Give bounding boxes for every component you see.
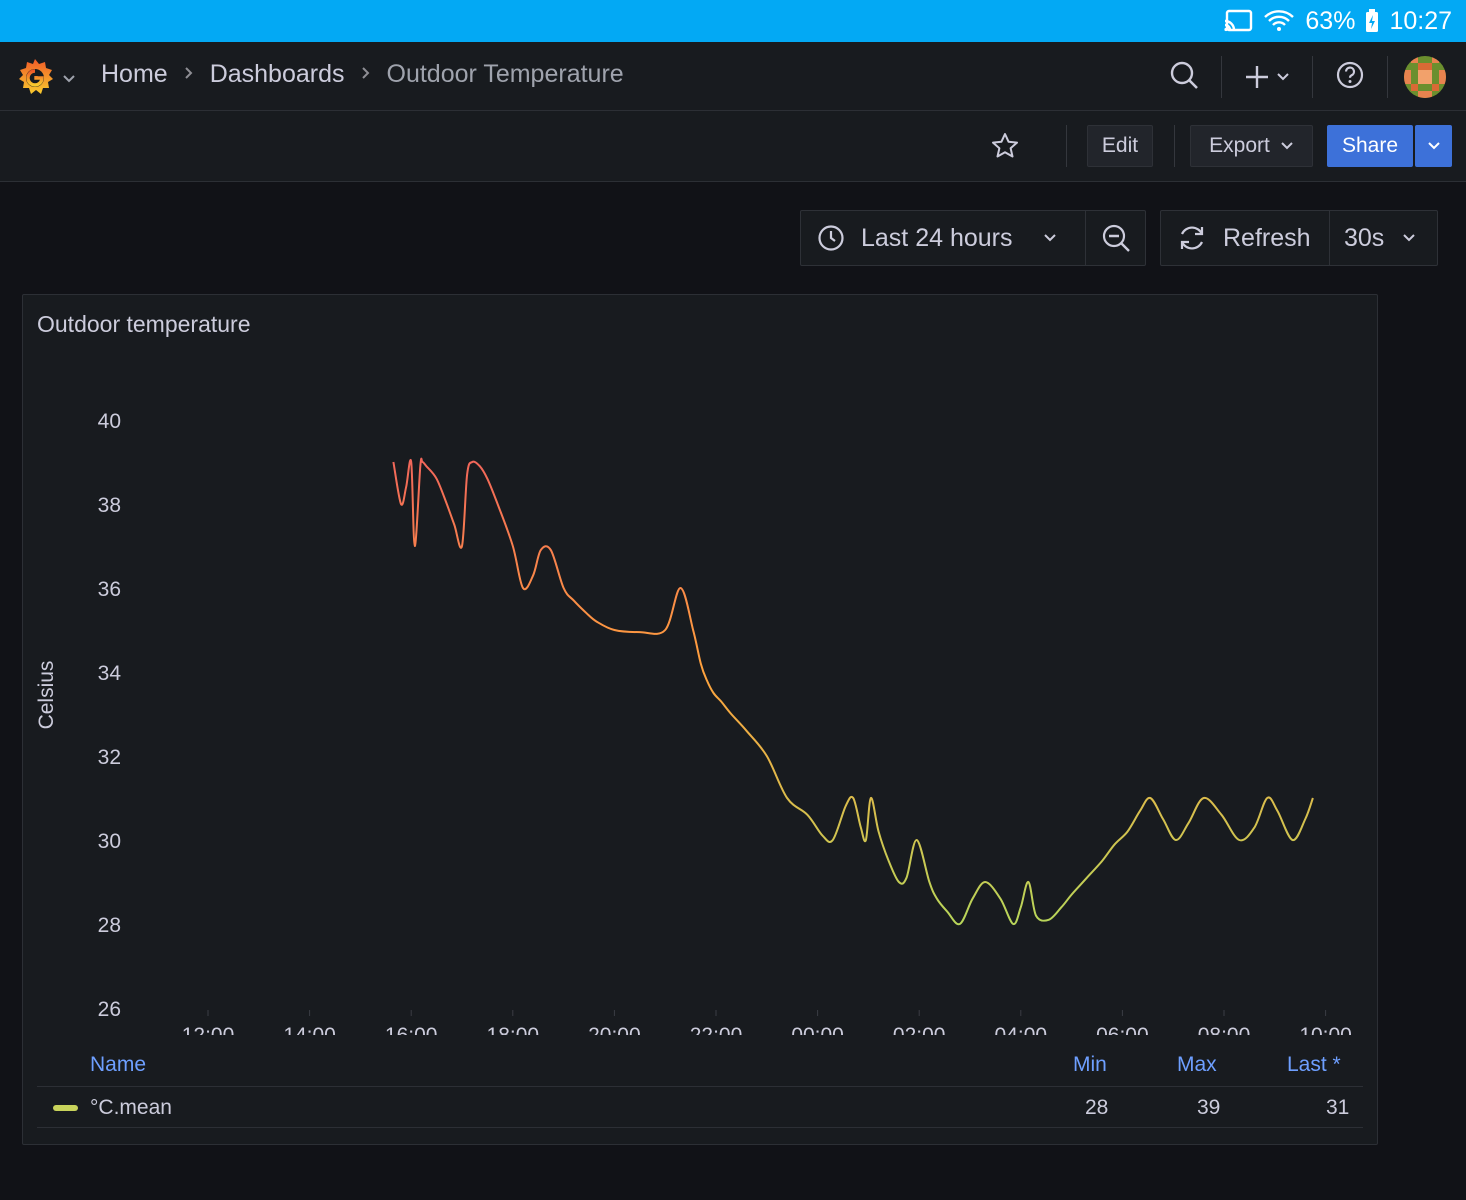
search-icon[interactable] <box>1169 60 1199 95</box>
breadcrumb-home[interactable]: Home <box>101 60 168 89</box>
clock-time: 10:27 <box>1389 6 1452 35</box>
y-tick-label: 28 <box>98 914 121 937</box>
time-range-picker: Last 24 hours <box>800 210 1146 266</box>
refresh-label: Refresh <box>1223 223 1311 252</box>
avatar[interactable] <box>1404 56 1446 98</box>
top-nav: Home Dashboards Outdoor Temperature <box>0 42 1466 111</box>
x-tick-label: 22:00 <box>690 1024 743 1035</box>
x-tick-label: 20:00 <box>588 1024 641 1035</box>
y-tick-label: 36 <box>98 578 121 601</box>
x-tick-label: 06:00 <box>1096 1024 1149 1035</box>
legend-header-name[interactable]: Name <box>90 1053 146 1077</box>
time-range-button[interactable]: Last 24 hours <box>801 211 1085 265</box>
x-tick-label: 04:00 <box>995 1024 1048 1035</box>
cast-icon <box>1223 9 1253 33</box>
series-line[interactable] <box>392 457 1314 926</box>
x-tick-label: 00:00 <box>791 1024 844 1035</box>
breadcrumb-dashboards[interactable]: Dashboards <box>210 60 345 89</box>
time-range-label: Last 24 hours <box>861 223 1013 252</box>
legend-header: Name Min Max Last * <box>37 1053 1363 1087</box>
edit-button[interactable]: Edit <box>1087 125 1153 167</box>
timeseries-panel: Outdoor temperature 40 38 36 34 32 30 28 26 Cels… <box>22 294 1378 1145</box>
battery-percent: 63% <box>1305 6 1356 35</box>
legend-row[interactable]: °C.mean 28 39 31 <box>37 1086 1363 1128</box>
y-axis-label: Celsius <box>35 661 58 730</box>
help-icon[interactable] <box>1335 60 1365 95</box>
legend-series-min: 28 <box>1085 1096 1109 1119</box>
legend-header-min[interactable]: Min <box>1073 1053 1107 1077</box>
x-tick-label: 12:00 <box>182 1024 235 1035</box>
legend-header-last[interactable]: Last * <box>1287 1053 1341 1077</box>
refresh-interval-value: 30s <box>1344 223 1385 252</box>
chevron-right-icon <box>184 63 194 86</box>
y-tick-label: 40 <box>98 410 121 433</box>
legend-series-max: 39 <box>1197 1096 1221 1119</box>
chevron-down-icon <box>1277 73 1289 81</box>
refresh-picker: Refresh 30s <box>1160 210 1438 266</box>
star-icon[interactable] <box>990 131 1020 166</box>
chevron-down-icon <box>1281 142 1293 150</box>
chevron-right-icon <box>361 63 371 86</box>
x-tick-label: 18:00 <box>487 1024 540 1035</box>
clock-icon <box>818 225 844 251</box>
breadcrumb: Home Dashboards Outdoor Temperature <box>101 60 624 89</box>
chevron-down-icon <box>1427 142 1440 150</box>
y-tick-label: 34 <box>98 662 122 685</box>
wifi-icon <box>1263 9 1295 33</box>
legend-header-max[interactable]: Max <box>1177 1053 1217 1077</box>
export-button[interactable]: Export <box>1190 125 1313 167</box>
x-tick-label: 08:00 <box>1198 1024 1251 1035</box>
new-menu-button[interactable] <box>1244 64 1290 90</box>
android-status-bar: 63% 10:27 <box>0 0 1466 42</box>
y-tick-label: 26 <box>98 998 121 1021</box>
chevron-down-icon <box>1043 234 1056 242</box>
battery-charging-icon <box>1365 9 1379 33</box>
y-tick-label: 38 <box>98 494 121 517</box>
x-tick-label: 14:00 <box>283 1024 336 1035</box>
refresh-icon <box>1180 226 1204 250</box>
plus-icon <box>1246 66 1268 88</box>
nav-actions <box>1169 54 1446 100</box>
breadcrumb-current: Outdoor Temperature <box>386 60 624 88</box>
x-tick-label: 16:00 <box>385 1024 438 1035</box>
y-tick-label: 30 <box>98 830 121 853</box>
legend-series-last: 31 <box>1326 1096 1350 1119</box>
zoom-out-button[interactable] <box>1085 211 1145 265</box>
x-tick-label: 02:00 <box>893 1024 946 1035</box>
legend-series-name: °C.mean <box>90 1096 172 1119</box>
y-tick-label: 32 <box>98 746 121 769</box>
export-label: Export <box>1209 134 1270 157</box>
series-color-swatch[interactable] <box>53 1105 78 1111</box>
dashboard-toolbar: Edit Export Share <box>0 111 1466 182</box>
zoom-out-icon <box>1102 224 1130 252</box>
refresh-interval-select[interactable]: 30s <box>1329 211 1437 265</box>
share-options-button[interactable] <box>1415 125 1452 167</box>
share-button[interactable]: Share <box>1327 125 1413 167</box>
temperature-chart[interactable]: 40 38 36 34 32 30 28 26 Celsius 12:00 14:00 16:00 18… <box>23 295 1377 1035</box>
x-tick-label: 10:00 <box>1299 1024 1352 1035</box>
home-menu-button[interactable] <box>14 56 76 103</box>
grafana-logo-icon <box>14 56 56 103</box>
chevron-down-icon <box>62 71 76 89</box>
refresh-button[interactable]: Refresh <box>1161 211 1329 265</box>
chevron-down-icon <box>1403 234 1416 242</box>
